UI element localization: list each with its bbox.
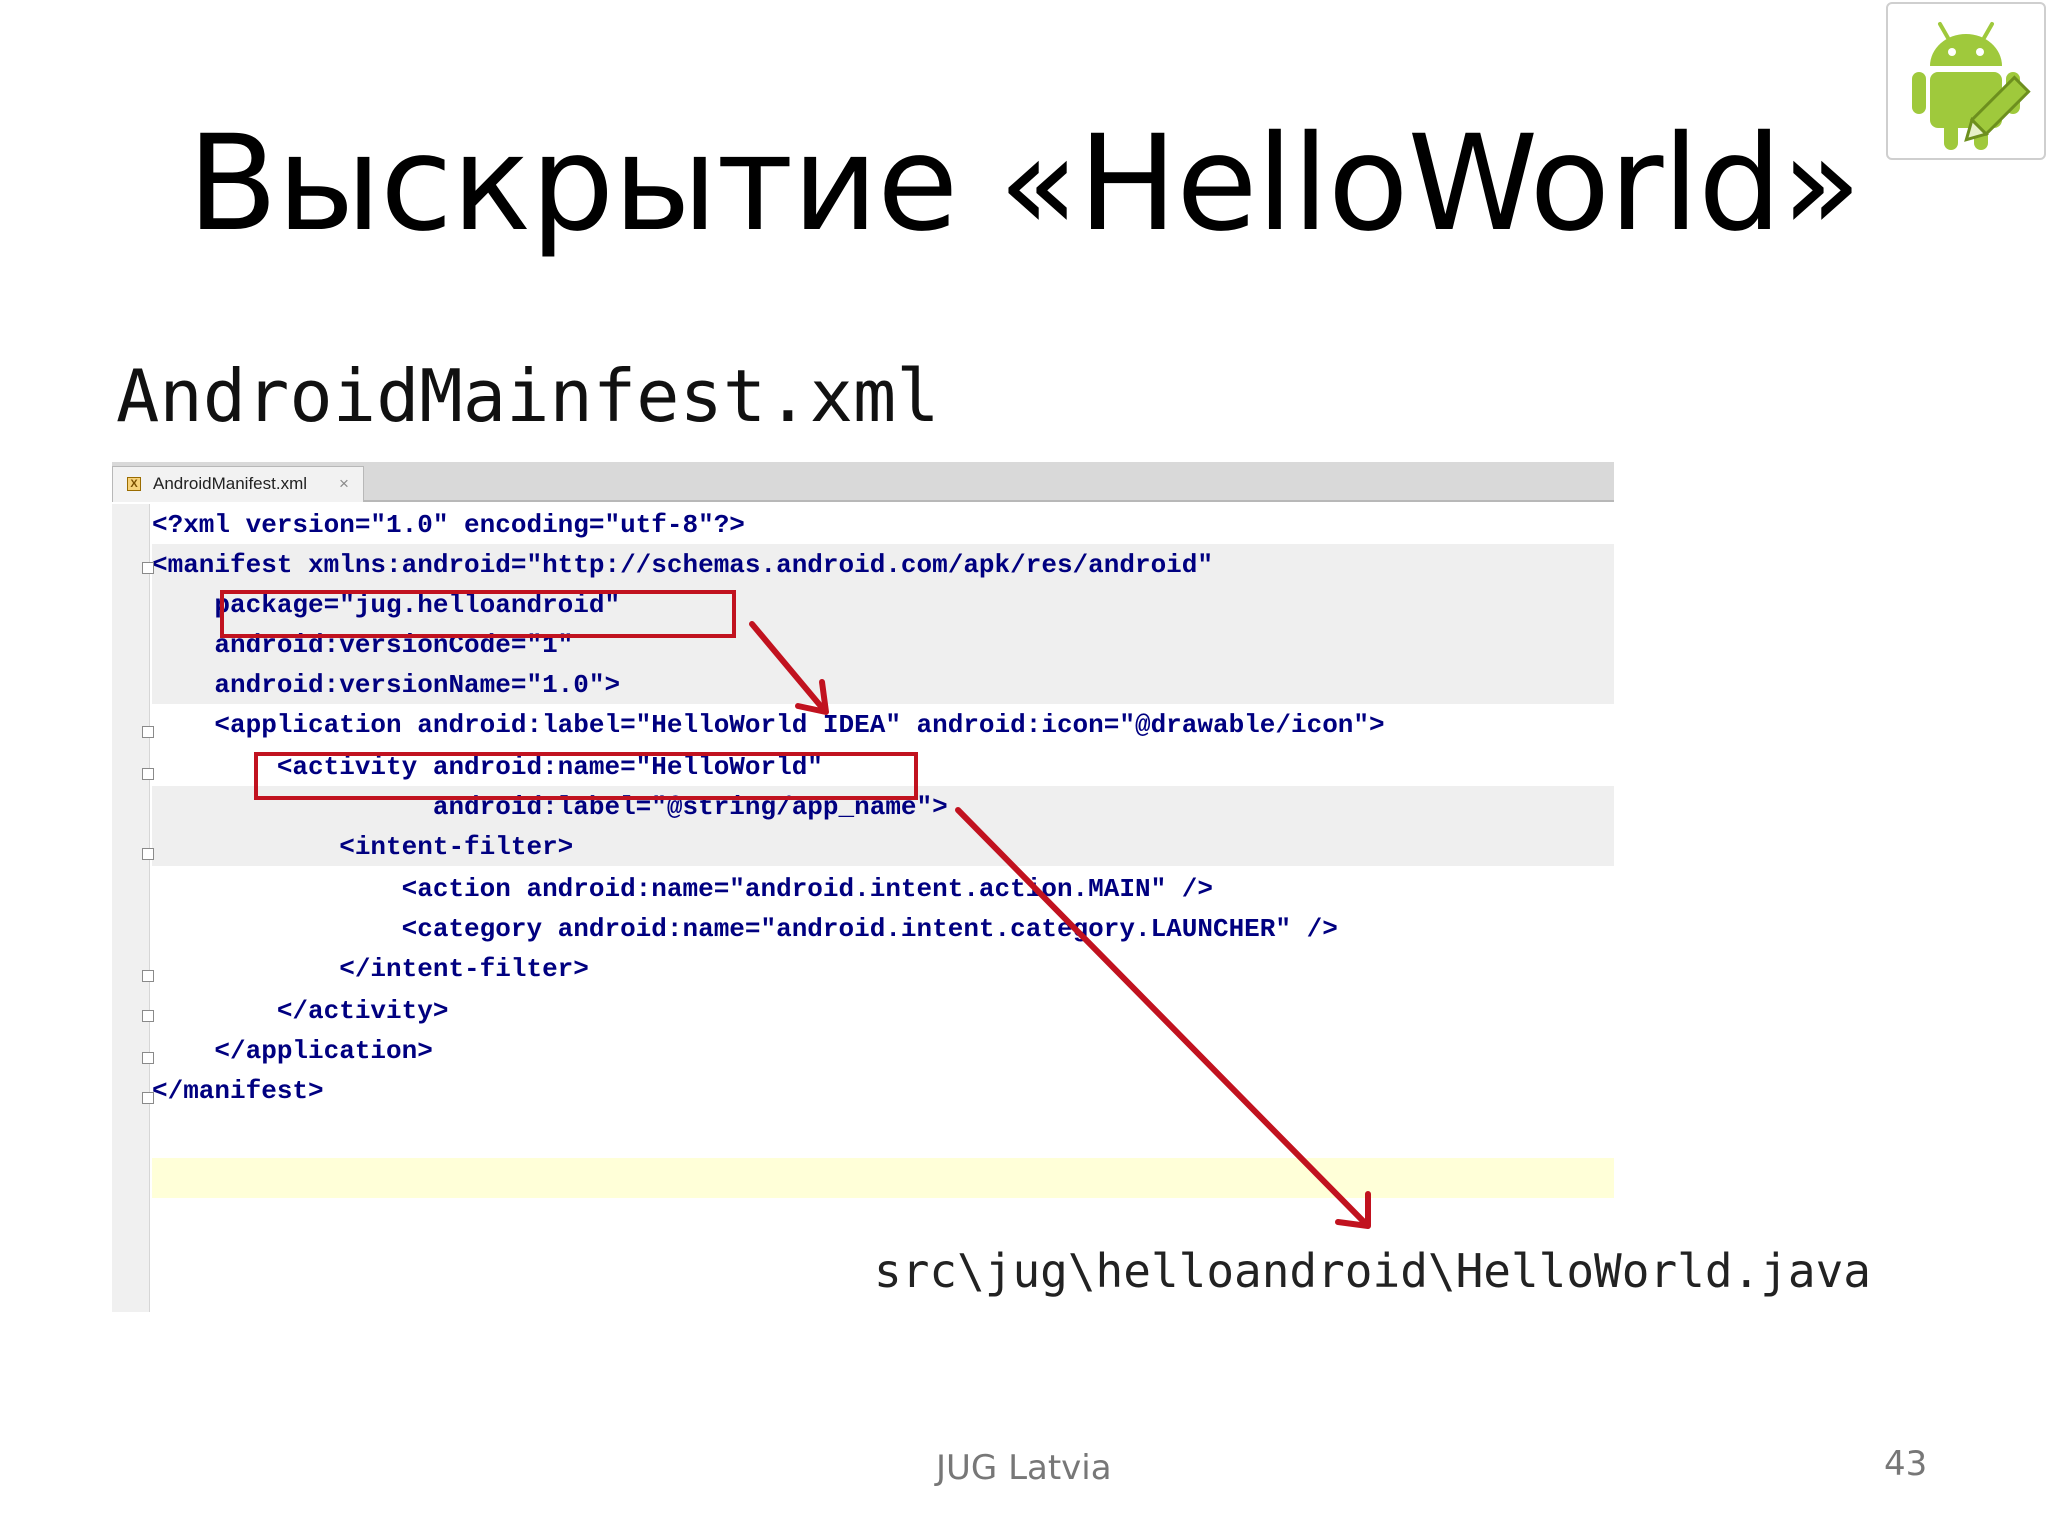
java-file-path: src\jug\helloandroid\HelloWorld.java — [874, 1244, 1871, 1298]
fold-icon[interactable] — [142, 848, 154, 860]
editor-tabbar: X AndroidManifest.xml × — [112, 462, 1614, 502]
page-number: 43 — [1884, 1444, 1928, 1484]
current-line-highlight — [152, 1158, 1614, 1198]
fold-icon[interactable] — [142, 1092, 154, 1104]
highlight-package — [220, 590, 736, 638]
highlight-activity — [254, 752, 918, 800]
code-line: </application> — [152, 1036, 433, 1066]
close-icon[interactable]: × — [339, 467, 349, 501]
code-line: <application android:label="HelloWorld I… — [152, 710, 1385, 740]
code-line: android:versionName="1.0"> — [152, 670, 621, 700]
tab-label: AndroidManifest.xml — [153, 474, 308, 493]
editor-gutter — [112, 504, 150, 1312]
code-line: <action android:name="android.intent.act… — [152, 874, 1213, 904]
code-line: </activity> — [152, 996, 449, 1026]
code-line: </manifest> — [152, 1076, 324, 1106]
fold-icon[interactable] — [142, 768, 154, 780]
fold-icon[interactable] — [142, 726, 154, 738]
code-editor: X AndroidManifest.xml × <?xml version="1… — [112, 462, 1614, 1312]
fold-icon[interactable] — [142, 562, 154, 574]
xml-file-icon: X — [127, 477, 141, 491]
code-line: <manifest xmlns:android="http://schemas.… — [152, 550, 1213, 580]
fold-icon[interactable] — [142, 970, 154, 982]
footer-text: JUG Latvia — [936, 1448, 1112, 1488]
code-line: </intent-filter> — [152, 954, 589, 984]
tab-android-manifest[interactable]: X AndroidManifest.xml × — [112, 466, 364, 502]
code-line: <?xml version="1.0" encoding="utf-8"?> — [152, 510, 745, 540]
code-line: <category android:name="android.intent.c… — [152, 914, 1338, 944]
fold-icon[interactable] — [142, 1052, 154, 1064]
code-line: <intent-filter> — [152, 832, 574, 862]
fold-icon[interactable] — [142, 1010, 154, 1022]
slide-subtitle: AndroidMainfest.xml — [116, 354, 940, 438]
slide-title: Выскрытие «HelloWorld» — [187, 107, 1861, 261]
